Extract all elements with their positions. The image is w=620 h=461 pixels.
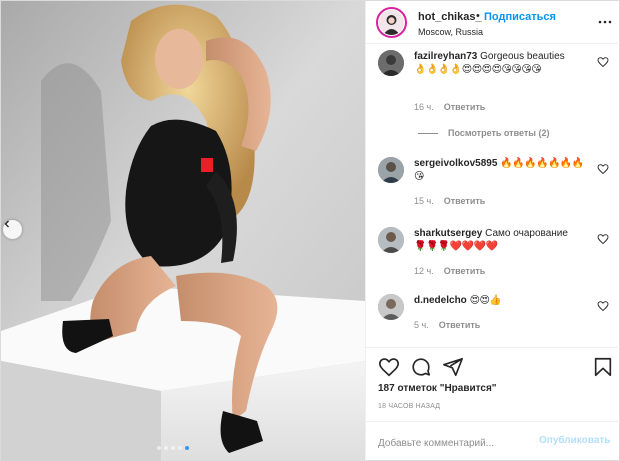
avatar-image — [383, 15, 400, 35]
comments-list[interactable]: fazilreyhan73 Gorgeous beauties 👌👌👌👌😍😍😍😍… — [366, 44, 620, 347]
commenter-avatar[interactable] — [378, 157, 404, 183]
comment-meta: 12 ч. Ответить — [414, 266, 485, 276]
chevron-left-icon — [4, 220, 9, 228]
paper-plane-icon[interactable] — [442, 356, 464, 378]
commenter-avatar[interactable] — [378, 50, 404, 76]
carousel-dot — [185, 446, 189, 450]
follow-separator: • — [476, 10, 480, 22]
comment-username[interactable]: fazilreyhan73 — [414, 51, 477, 62]
comment-time: 15 ч. — [414, 196, 434, 206]
comment-text: Само очарование — [485, 228, 568, 239]
comment-meta: 5 ч. Ответить — [414, 320, 480, 330]
view-replies-button[interactable]: Посмотреть ответы (2) — [418, 128, 549, 138]
comment-meta: 15 ч. Ответить — [414, 196, 485, 206]
comment-meta: 16 ч. Ответить — [414, 102, 485, 112]
comment-text: Gorgeous beauties — [480, 51, 565, 62]
add-comment-bar: Опубликовать — [366, 421, 620, 461]
view-replies-label: Посмотреть ответы (2) — [448, 128, 550, 138]
replies-divider — [418, 132, 438, 134]
comment-emojis: 😍😍👍 — [469, 295, 502, 306]
comment-username[interactable]: sharkutsergey — [414, 228, 482, 239]
heart-outline-icon[interactable] — [378, 356, 400, 378]
carousel-dot — [157, 446, 161, 450]
comment-body: d.nedelcho 😍😍👍 — [414, 294, 590, 307]
comment-time: 12 ч. — [414, 266, 434, 276]
comment-username[interactable]: sergeivolkov5895 — [414, 158, 497, 169]
comment-like-icon[interactable] — [597, 163, 609, 175]
commenter-avatar[interactable] — [378, 294, 404, 320]
comment-body: sharkutsergey Само очарование 🌹🌹🌹❤️❤️❤️❤… — [414, 227, 590, 253]
commenter-avatar[interactable] — [378, 227, 404, 253]
publish-button[interactable]: Опубликовать — [539, 435, 610, 446]
post-location[interactable]: Moscow, Russia — [418, 27, 483, 37]
comment-icon[interactable] — [410, 356, 432, 378]
comment-time: 5 ч. — [414, 320, 429, 330]
post-media[interactable] — [1, 1, 365, 461]
comment-reply-button[interactable]: Ответить — [444, 102, 486, 112]
comment-reply-button[interactable]: Ответить — [439, 320, 481, 330]
comment-like-icon[interactable] — [597, 56, 609, 68]
comment-body: fazilreyhan73 Gorgeous beauties 👌👌👌👌😍😍😍😍… — [414, 50, 590, 76]
comment-input[interactable] — [378, 435, 528, 451]
comment-emojis: 👌👌👌👌😍😍😍😍😘😘😘😘 — [414, 64, 542, 75]
author-username[interactable]: hot_chikas_ — [418, 11, 482, 23]
comment-body: sergeivolkov5895 🔥🔥🔥🔥🔥🔥🔥😘 — [414, 157, 590, 183]
likes-count[interactable]: 187 отметок "Нравится" — [378, 383, 497, 394]
post-timestamp: 18 часов назад — [378, 403, 441, 410]
comment-emojis: 🌹🌹🌹❤️❤️❤️❤️ — [414, 241, 498, 252]
bookmark-icon[interactable] — [592, 356, 614, 378]
comment-like-icon[interactable] — [597, 300, 609, 312]
instagram-post: hot_chikas_ • Подписаться Moscow, Russia — [0, 0, 620, 461]
post-sidebar: hot_chikas_ • Подписаться Moscow, Russia — [365, 1, 620, 461]
follow-button[interactable]: Подписаться — [484, 11, 556, 23]
more-horizontal-icon[interactable] — [598, 15, 612, 29]
post-actions: 187 отметок "Нравится" 18 часов назад — [366, 347, 620, 421]
carousel-dot — [164, 446, 168, 450]
carousel-indicator — [157, 446, 189, 450]
post-photo — [1, 1, 365, 461]
comment-time: 16 ч. — [414, 102, 434, 112]
carousel-dot — [171, 446, 175, 450]
comment-reply-button[interactable]: Ответить — [444, 196, 486, 206]
author-avatar[interactable] — [376, 7, 407, 38]
carousel-dot — [178, 446, 182, 450]
carousel-prev-button[interactable] — [3, 220, 22, 239]
comment-username[interactable]: d.nedelcho — [414, 295, 467, 306]
post-header: hot_chikas_ • Подписаться Moscow, Russia — [366, 1, 620, 44]
comment-like-icon[interactable] — [597, 233, 609, 245]
comment-reply-button[interactable]: Ответить — [444, 266, 486, 276]
